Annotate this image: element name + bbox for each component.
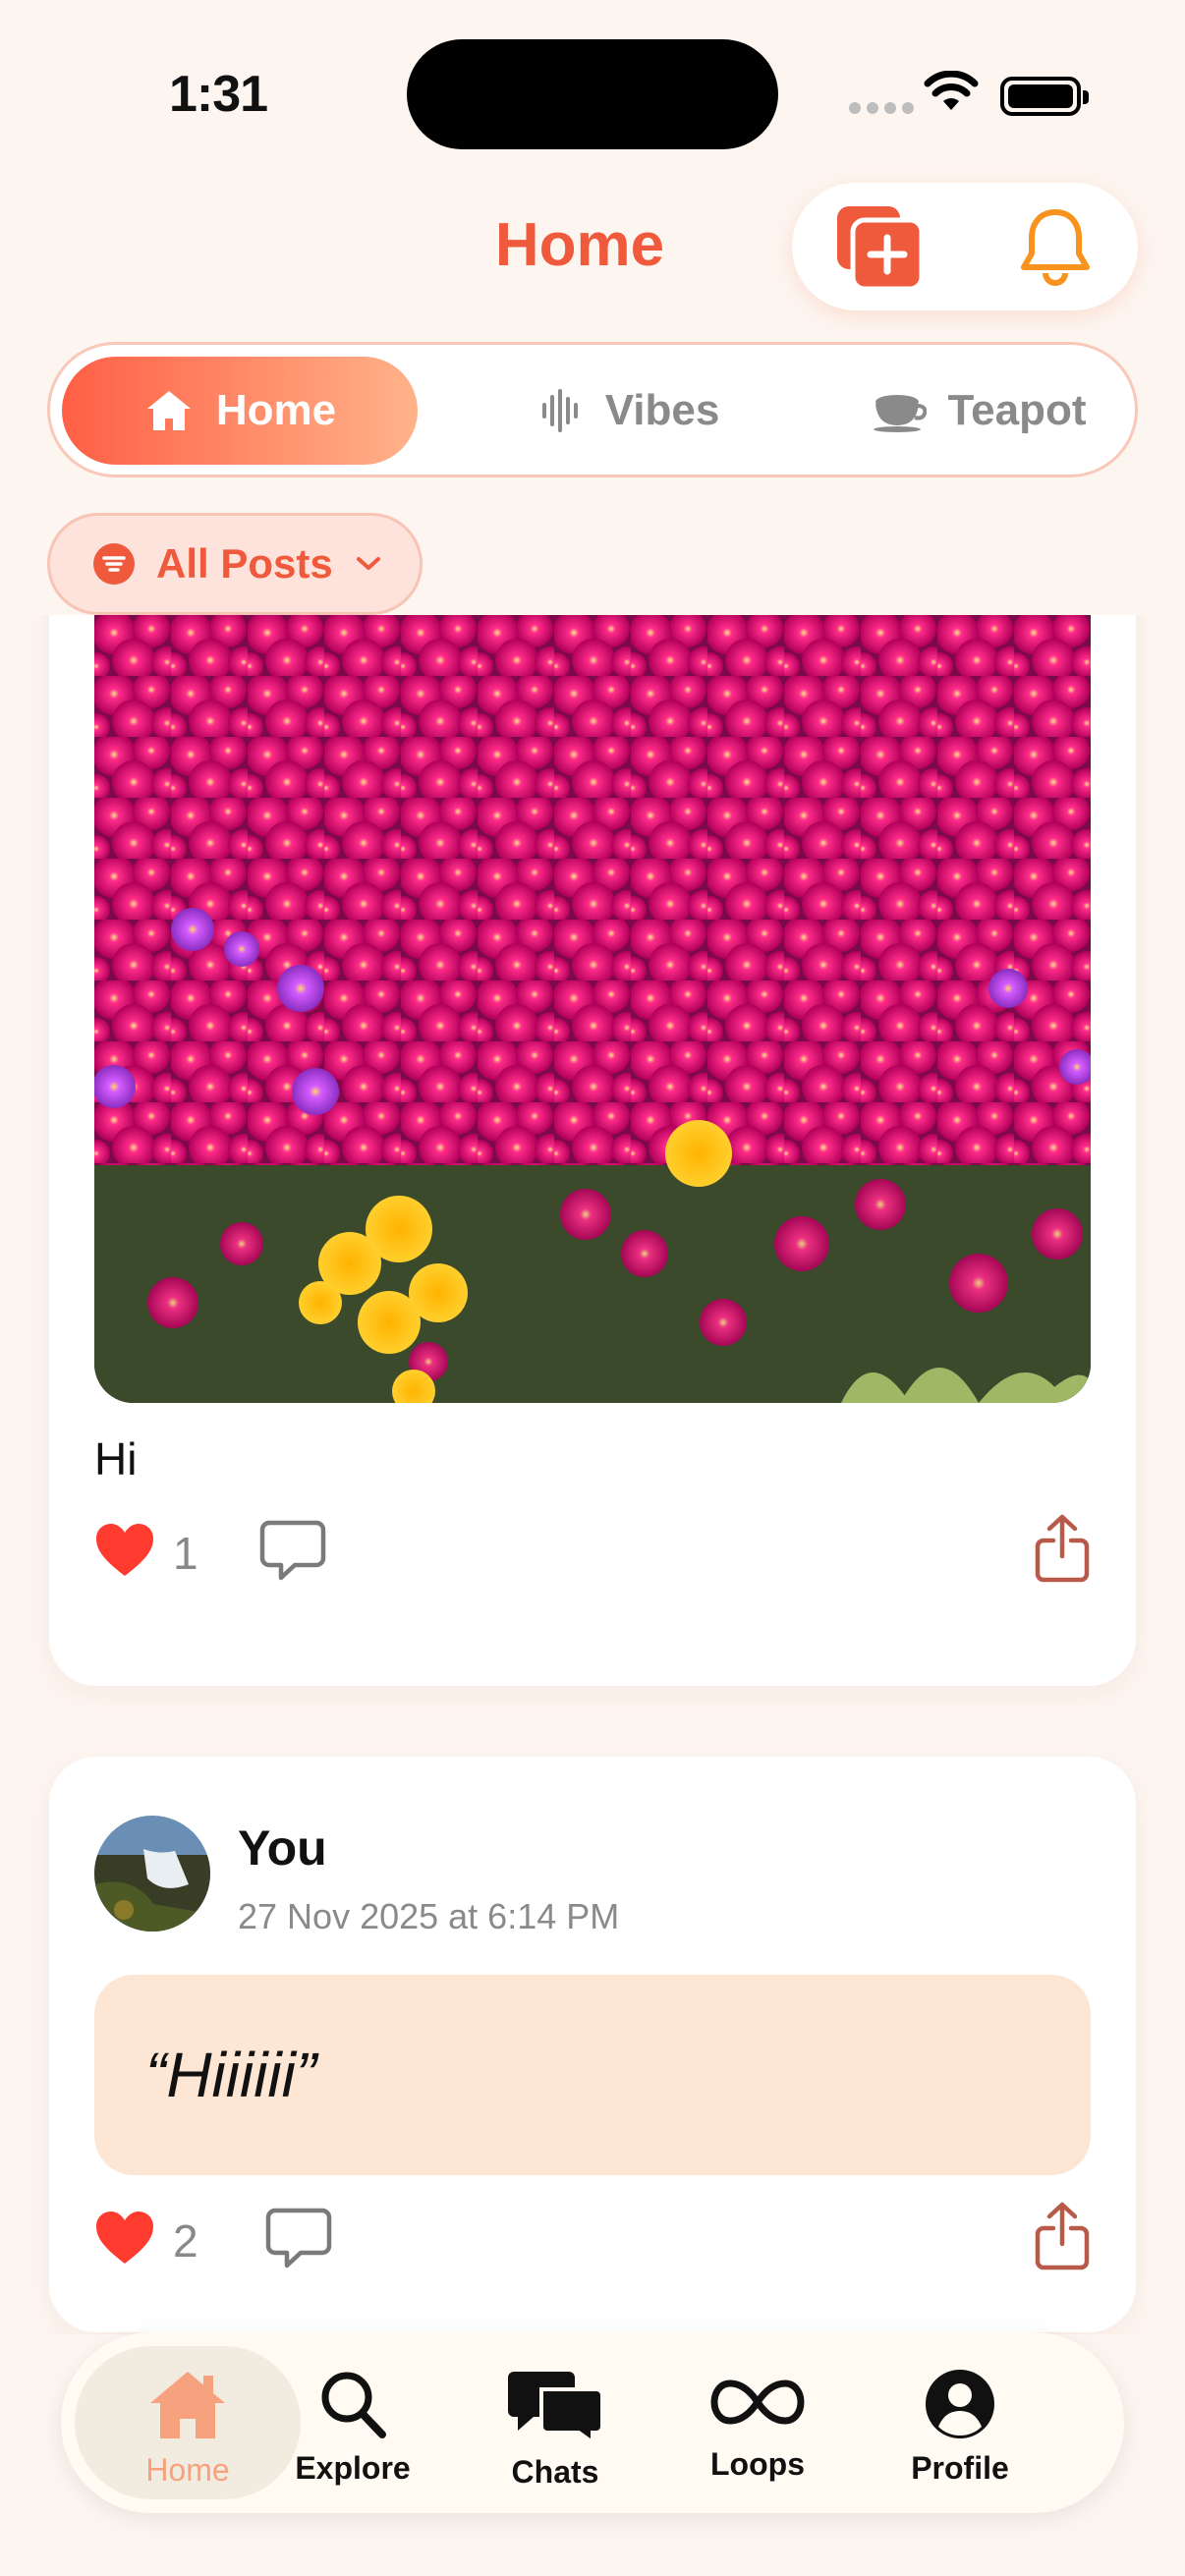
nav-chats-label: Chats <box>511 2454 599 2490</box>
header-actions <box>792 183 1138 310</box>
new-post-icon[interactable] <box>835 204 926 291</box>
tab-vibes[interactable]: Vibes <box>482 357 777 465</box>
like-count: 1 <box>173 1528 198 1579</box>
filter-dropdown[interactable]: All Posts <box>47 513 423 615</box>
clock: 1:31 <box>169 66 268 123</box>
house-icon <box>146 391 191 430</box>
post-card: Hi 1 <box>49 615 1136 1686</box>
flower-field-photo <box>94 615 1091 1403</box>
nav-home-label: Home <box>145 2452 230 2488</box>
tab-teapot-label: Teapot <box>947 386 1087 434</box>
share-icon[interactable] <box>1034 2201 1091 2271</box>
post-card: You 27 Nov 2025 at 6:14 PM “Hiiiiii” 2 <box>49 1757 1136 2332</box>
share-icon[interactable] <box>1034 1513 1091 1584</box>
magnifier-icon <box>321 2372 386 2438</box>
feed-tabs: Home Vibes Teapot <box>47 342 1138 477</box>
status-bar: 1:31 <box>0 0 1185 177</box>
nav-chats[interactable]: Chats <box>442 2346 668 2499</box>
tab-home-label: Home <box>215 386 337 434</box>
waterfall-photo <box>94 1816 210 1932</box>
avatar[interactable] <box>94 1816 210 1932</box>
filter-icon <box>93 543 135 585</box>
nav-loops-label: Loops <box>710 2446 805 2482</box>
nav-explore[interactable]: Explore <box>240 2346 466 2499</box>
chat-bubbles-icon <box>508 2372 604 2444</box>
comment-icon[interactable] <box>259 1519 326 1582</box>
bottom-nav: Home Explore Chats Loops Profile <box>61 2332 1124 2513</box>
comment-icon[interactable] <box>265 2207 332 2269</box>
house-icon <box>150 2372 225 2438</box>
nav-profile-label: Profile <box>911 2450 1009 2486</box>
author-name[interactable]: You <box>238 1820 327 1876</box>
person-circle-icon <box>926 2370 994 2438</box>
post-feed[interactable]: Hi 1 You 27 Nov 2025 at 6:14 PM “Hiiiiii… <box>0 615 1185 2334</box>
dynamic-island <box>407 39 778 149</box>
heart-icon[interactable] <box>94 2211 155 2266</box>
bell-icon[interactable] <box>1016 206 1095 287</box>
post-text: Hi <box>94 1433 138 1484</box>
post-timestamp: 27 Nov 2025 at 6:14 PM <box>238 1896 620 1936</box>
filter-label: All Posts <box>156 540 333 587</box>
tab-vibes-label: Vibes <box>604 386 720 434</box>
like-count: 2 <box>173 2215 198 2267</box>
nav-explore-label: Explore <box>295 2450 411 2486</box>
quote-box: “Hiiiiii” <box>94 1975 1091 2175</box>
nav-profile[interactable]: Profile <box>847 2346 1073 2499</box>
infinity-icon <box>710 2380 805 2425</box>
battery-icon <box>1000 77 1089 116</box>
tab-teapot[interactable]: Teapot <box>826 357 1131 465</box>
cellular-signal-icon <box>849 102 914 114</box>
post-quote: “Hiiiiii” <box>145 2040 317 2110</box>
nav-loops[interactable]: Loops <box>645 2346 871 2499</box>
teacup-icon <box>873 395 927 432</box>
post-actions: 1 <box>94 1514 1091 1588</box>
heart-icon[interactable] <box>94 1523 155 1578</box>
chevron-down-icon <box>356 557 380 570</box>
waveform-icon <box>541 389 578 432</box>
tab-home[interactable]: Home <box>62 357 418 465</box>
post-actions: 2 <box>94 2202 1091 2275</box>
wifi-icon <box>924 71 979 110</box>
post-image[interactable] <box>94 615 1091 1403</box>
